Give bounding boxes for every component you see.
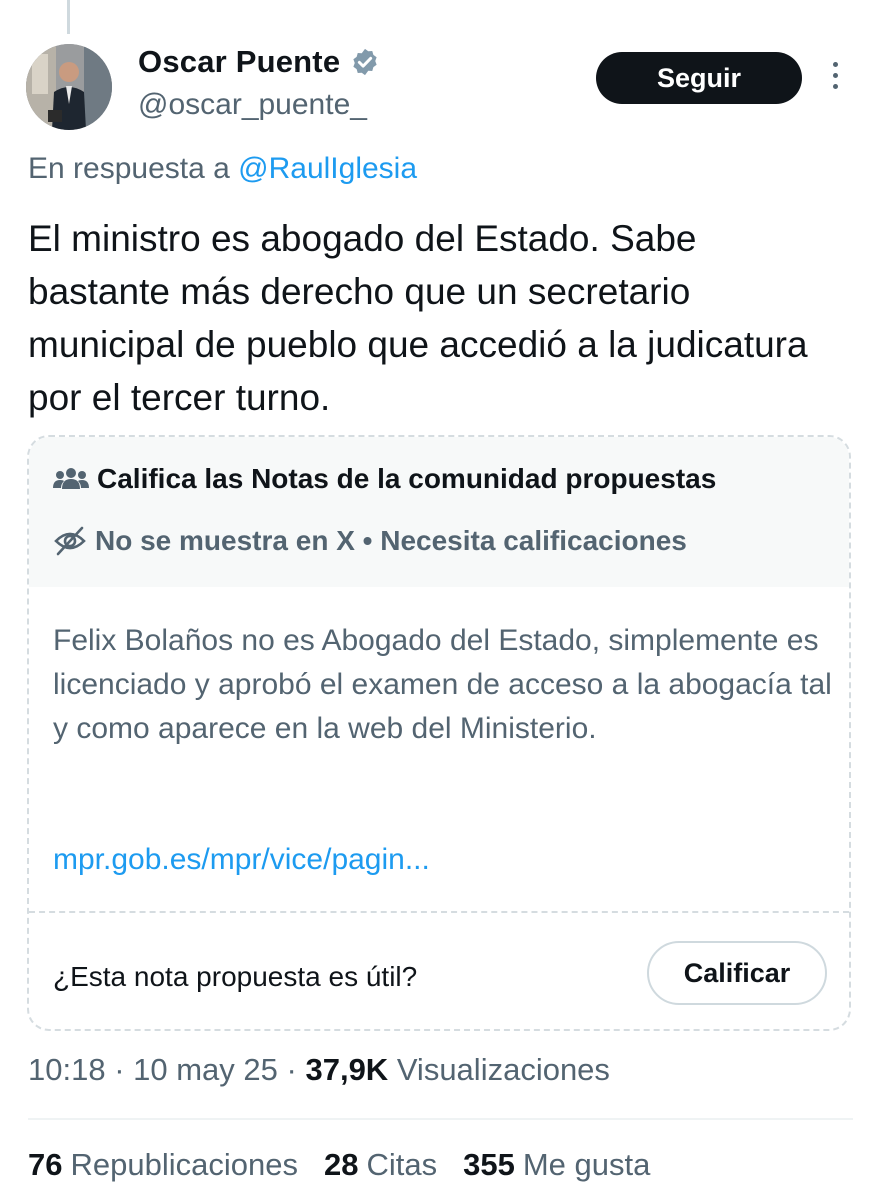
community-note-status: No se muestra en X • Necesita calificaci… <box>95 525 687 556</box>
quotes-stat[interactable]: 28 Citas <box>324 1147 437 1183</box>
community-icon <box>53 468 89 489</box>
tweet-meta: 10:18 · 10 may 25 · 37,9K Visualizacione… <box>28 1052 610 1088</box>
reply-mention-link[interactable]: @RaulIglesia <box>238 152 417 185</box>
quotes-label: Citas <box>366 1147 438 1182</box>
thread-connector-line <box>67 0 70 34</box>
community-note-status-row: No se muestra en X • Necesita calificaci… <box>53 525 687 557</box>
meta-separator: · <box>277 1052 306 1087</box>
reposts-stat[interactable]: 76 Republicaciones <box>28 1147 298 1183</box>
likes-count: 355 <box>463 1147 515 1182</box>
community-note-body: Felix Bolaños no es Abogado del Estado, … <box>53 624 832 745</box>
divider <box>28 1118 853 1120</box>
reposts-label: Republicaciones <box>70 1147 298 1182</box>
likes-label: Me gusta <box>522 1147 651 1182</box>
author-name-row: Oscar Puente <box>138 44 380 80</box>
reply-prefix: En respuesta a <box>28 152 239 185</box>
verified-badge-icon <box>353 48 377 76</box>
follow-button[interactable]: Seguir <box>596 52 802 104</box>
reply-context: En respuesta a @RaulIglesia <box>28 152 417 186</box>
community-note-title-row: Califica las Notas de la comunidad propu… <box>53 463 716 495</box>
tweet-date[interactable]: 10 may 25 <box>133 1052 278 1087</box>
community-note-card: Califica las Notas de la comunidad propu… <box>27 435 851 1031</box>
views-label: Visualizaciones <box>388 1052 610 1087</box>
eye-slash-icon <box>54 526 86 556</box>
more-options-icon[interactable] <box>828 62 842 94</box>
avatar[interactable] <box>26 44 112 130</box>
views-count: 37,9K <box>305 1052 389 1087</box>
likes-stat[interactable]: 355 Me gusta <box>463 1147 650 1183</box>
community-note-divider <box>29 911 849 913</box>
author-handle[interactable]: @oscar_puente_ <box>138 88 367 122</box>
meta-separator: · <box>105 1052 134 1087</box>
rate-note-button[interactable]: Calificar <box>647 941 827 1005</box>
tweet-time[interactable]: 10:18 <box>28 1052 106 1087</box>
community-note-question: ¿Esta nota propuesta es útil? <box>53 961 418 992</box>
quotes-count: 28 <box>323 1147 359 1182</box>
avatar-photo <box>26 44 112 130</box>
community-note-header: Califica las Notas de la comunidad propu… <box>29 437 849 587</box>
tweet-text: El ministro es abogado del Estado. Sabe … <box>28 218 808 418</box>
community-note-source-link[interactable]: mpr.gob.es/mpr/vice/pagin... <box>53 843 430 877</box>
author-name[interactable]: Oscar Puente <box>138 44 340 80</box>
community-note-title: Califica las Notas de la comunidad propu… <box>97 463 717 494</box>
reposts-count: 76 <box>28 1147 63 1182</box>
engagement-stats: 76 Republicaciones 28 Citas 355 Me gusta <box>28 1147 650 1183</box>
